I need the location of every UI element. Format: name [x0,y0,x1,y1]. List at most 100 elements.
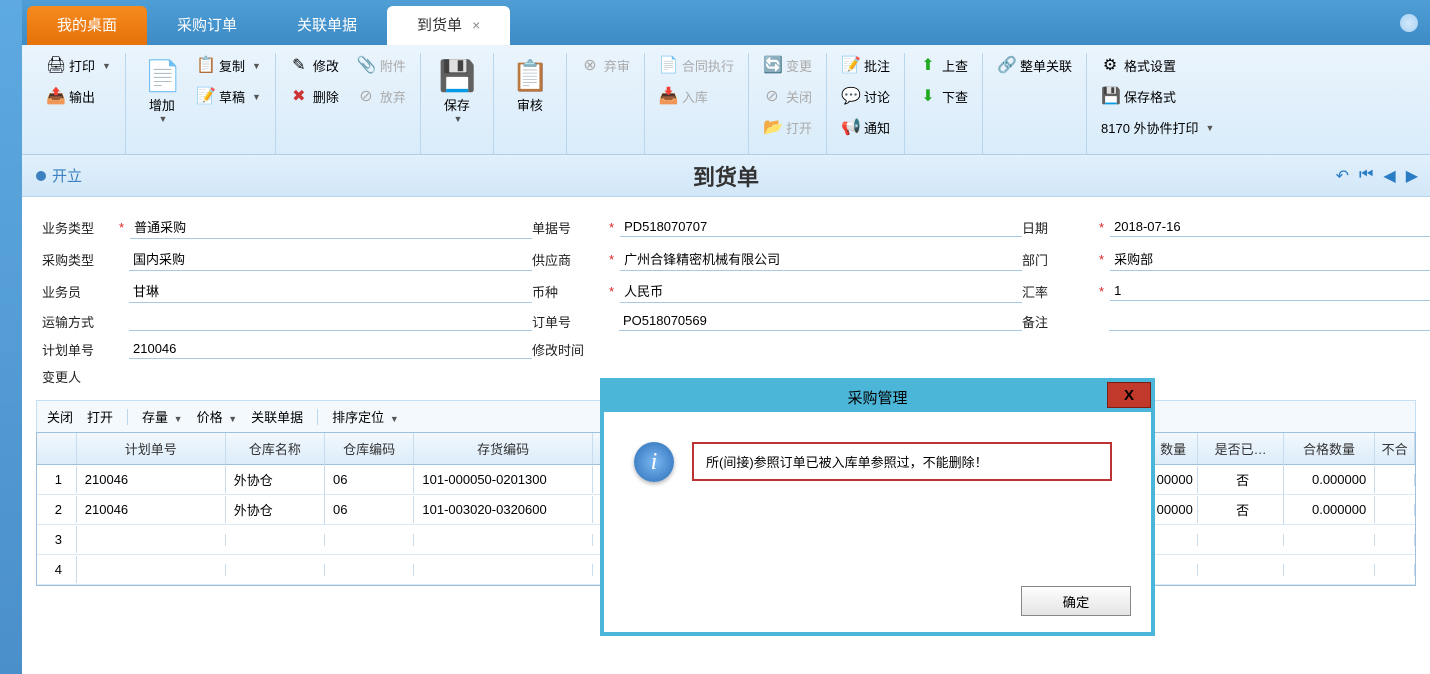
col-okqty[interactable]: 合格数量 [1284,433,1375,464]
draft-button[interactable]: 📝草稿▼ [190,84,267,109]
orderno-field[interactable]: PO518070569 [619,311,1022,331]
revert-icon[interactable]: ↶ [1336,166,1349,186]
prev-icon[interactable]: ◀ [1383,166,1395,186]
rate-label: 汇率 [1022,282,1097,301]
modal-close-button[interactable]: X [1107,382,1151,408]
modtime-label: 修改时间 [532,340,607,359]
grid-sort[interactable]: 排序定位 ▼ [332,407,399,426]
next-icon[interactable]: ▶ [1406,166,1418,186]
instore-button: 📥入库 [653,84,714,109]
tab-arrival-label: 到货单 [417,17,462,34]
grid-stock[interactable]: 存量 ▼ [142,407,183,426]
col-invcode[interactable]: 存货编码 [414,433,593,464]
close-icon: ⊘ [763,88,781,106]
note-icon: 📝 [841,57,859,75]
close-button: ⊘关闭 [757,84,818,109]
col-checked[interactable]: 是否已… [1198,433,1283,464]
currency-label: 币种 [532,282,607,301]
print-button[interactable]: 🖨打印▼ [40,53,117,78]
contract-icon: 📄 [659,57,677,75]
wholelink-button[interactable]: 🔗整单关联 [991,53,1078,78]
supplier-label: 供应商 [532,250,607,269]
col-qty[interactable]: 数量 [1149,433,1199,464]
col-bad[interactable]: 不合 [1375,433,1415,464]
purchasetype-field[interactable]: 国内采购 [129,247,532,271]
approve-button[interactable]: 📝批注 [835,53,896,78]
modal-message: 所(间接)参照订单已被入库单参照过，不能删除！ [692,442,1112,481]
transport-label: 运输方式 [42,312,117,331]
grid-open[interactable]: 打开 [87,407,113,426]
col-wh[interactable]: 仓库名称 [226,433,325,464]
up-button[interactable]: ⬆上查 [913,53,974,78]
col-rownum[interactable] [37,433,77,464]
edit-button[interactable]: ✎修改 [284,53,345,78]
docno-label: 单据号 [532,218,607,237]
attach-button: 📎附件 [351,53,412,78]
down-button[interactable]: ⬇下查 [913,84,974,109]
link-icon: 🔗 [997,57,1015,75]
delete-icon: ✖ [290,88,308,106]
discuss-button[interactable]: 💬讨论 [835,84,896,109]
save-button: 💾保存▼ [429,53,485,130]
tab-close-icon[interactable]: × [472,17,480,33]
chevron-down-icon: ▼ [102,61,111,71]
audit-button[interactable]: 📋审核 [502,53,558,120]
change-button: 🔄变更 [757,53,818,78]
export-button[interactable]: 📤输出 [40,84,101,109]
open-button: 📂打开 [757,115,818,140]
orderno-label: 订单号 [532,312,607,331]
notify-button[interactable]: 📢通知 [835,115,896,140]
tab-purchase-order[interactable]: 采购订单 [147,6,267,45]
copy-button[interactable]: 📋复制▼ [190,53,267,78]
smiley-icon[interactable] [1400,14,1418,32]
clerk-field[interactable]: 甘琳 [129,279,532,303]
modal-title: 采购管理 X [604,382,1151,412]
first-icon[interactable]: ⏮ [1359,166,1373,186]
change-icon: 🔄 [763,57,781,75]
gear-icon: ⚙ [1101,57,1119,75]
abandon-icon: ⊘ [357,88,375,106]
fmtset-button[interactable]: ⚙格式设置 [1095,53,1182,78]
delete-button[interactable]: ✖删除 [284,84,345,109]
date-field[interactable]: 2018-07-16 [1110,217,1430,237]
clipboard-icon: 📋 [512,59,548,95]
status-badge: 开立 [36,165,82,186]
chat-icon: 💬 [841,88,859,106]
dept-label: 部门 [1022,250,1097,269]
template-select[interactable]: 8170 外协件打印▼ [1095,115,1220,140]
currency-field[interactable]: 人民币 [620,279,1022,303]
unaudit-icon: ⊗ [581,57,599,75]
tab-related-doc[interactable]: 关联单据 [267,6,387,45]
planno-field[interactable]: 210046 [129,339,532,359]
grid-price[interactable]: 价格 ▼ [197,407,238,426]
arrow-up-icon: ⬆ [919,57,937,75]
grid-link[interactable]: 关联单据 [251,407,303,426]
purchasetype-label: 采购类型 [42,250,117,269]
savefmt-button[interactable]: 💾保存格式 [1095,84,1182,109]
paperclip-icon: 📎 [357,57,375,75]
tab-arrival[interactable]: 到货单 × [387,6,510,45]
modal-ok-button[interactable]: 确定 [1021,586,1131,616]
dept-field[interactable]: 采购部 [1110,247,1430,271]
abandon-button: ⊘放弃 [351,84,412,109]
col-whcode[interactable]: 仓库编码 [325,433,414,464]
transport-field[interactable] [129,311,532,331]
tab-desktop[interactable]: 我的桌面 [27,6,147,45]
supplier-field[interactable]: 广州合锋精密机械有限公司 [620,247,1022,271]
docno-field[interactable]: PD518070707 [620,217,1022,237]
copy-icon: 📋 [196,57,214,75]
biztype-field[interactable]: 普通采购 [130,215,532,239]
biztype-label: 业务类型 [42,218,117,237]
open-icon: 📂 [763,119,781,137]
add-button[interactable]: 📄增加▼ [134,53,190,130]
form-area: 业务类型*普通采购 单据号*PD518070707 日期*2018-07-16 … [22,197,1430,396]
col-plan[interactable]: 计划单号 [77,433,226,464]
remark-field[interactable] [1109,311,1430,331]
toolbar: 🖨打印▼ 📤输出 📄增加▼ 📋复制▼ 📝草稿▼ ✎修改📎附件 ✖删除⊘放弃 💾保… [22,45,1430,155]
unaudit-button: ⊗弃审 [575,53,636,78]
grid-close[interactable]: 关闭 [47,407,73,426]
savefmt-icon: 💾 [1101,88,1119,106]
rate-field[interactable]: 1 [1110,281,1430,301]
add-icon: 📄 [144,59,180,95]
info-icon: i [634,442,674,482]
